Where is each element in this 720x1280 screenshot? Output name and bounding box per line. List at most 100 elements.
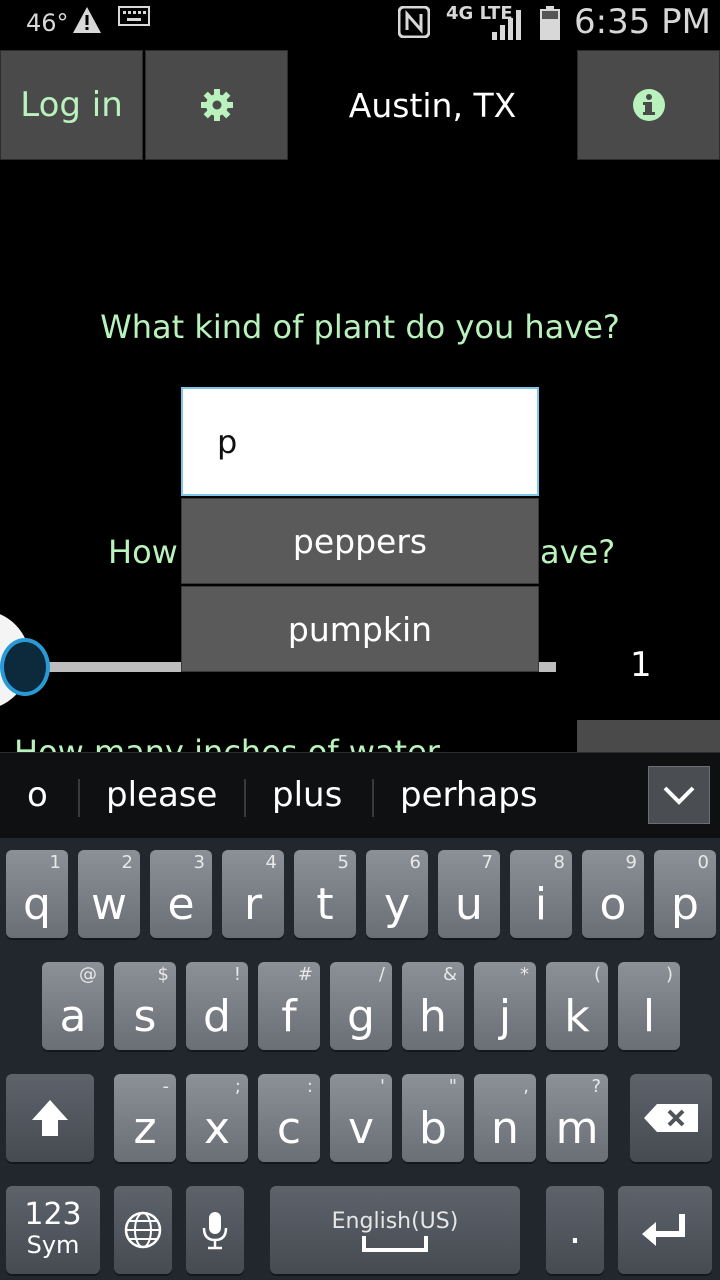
key-label: w xyxy=(91,879,127,930)
key-label: k xyxy=(564,991,590,1042)
key-h[interactable]: & h xyxy=(402,962,464,1050)
key-label: t xyxy=(316,879,334,930)
keyboard-status-icon xyxy=(118,6,150,26)
key-b[interactable]: " b xyxy=(402,1074,464,1162)
key-label: p xyxy=(671,879,699,930)
key-r[interactable]: 4r xyxy=(222,850,284,938)
key-alt-label: 6 xyxy=(409,852,421,873)
shift-key[interactable] xyxy=(6,1074,94,1162)
key-alt-label: 3 xyxy=(193,852,205,873)
key-alt-label: : xyxy=(306,1076,313,1097)
key-l[interactable]: ) l xyxy=(618,962,680,1050)
key-q[interactable]: 1q xyxy=(6,850,68,938)
info-icon xyxy=(632,89,665,121)
key-alt-label: 1 xyxy=(49,852,61,873)
settings-button[interactable] xyxy=(145,50,288,160)
shift-arrow-icon xyxy=(32,1100,68,1136)
key-a[interactable]: @ a xyxy=(42,962,104,1050)
gear-icon xyxy=(200,89,233,121)
word-suggestion[interactable]: o xyxy=(27,775,48,815)
plant-count-question-end: ave? xyxy=(540,533,616,571)
enter-key[interactable] xyxy=(618,1186,712,1274)
plant-type-input[interactable]: p xyxy=(181,387,539,496)
chevron-down-icon xyxy=(663,786,695,805)
key-alt-label: ! xyxy=(233,964,241,985)
voice-input-key[interactable] xyxy=(186,1186,244,1274)
space-key-language-label: English(US) xyxy=(331,1208,459,1234)
enter-arrow-icon xyxy=(642,1214,685,1246)
key-alt-label: ' xyxy=(380,1076,385,1097)
microphone-icon xyxy=(202,1212,228,1250)
key-k[interactable]: (k xyxy=(546,962,608,1050)
key-label: d xyxy=(203,991,231,1042)
login-button[interactable]: Log in xyxy=(0,50,143,160)
symbols-key-label-top: 123 xyxy=(24,1197,82,1232)
key-d[interactable]: ! d xyxy=(186,962,248,1050)
plant-count-slider-thumb[interactable] xyxy=(0,638,50,696)
key-alt-label: ? xyxy=(591,1076,601,1097)
key-o[interactable]: 9o xyxy=(582,850,644,938)
word-suggestion[interactable]: perhaps xyxy=(400,775,538,815)
key-c[interactable]: :c xyxy=(258,1074,320,1162)
key-label: r xyxy=(243,879,263,930)
clock-text: 6:35 PM xyxy=(574,2,711,42)
key-n[interactable]: ,n xyxy=(474,1074,536,1162)
symbols-key[interactable]: 123 Sym xyxy=(6,1186,100,1274)
key-alt-label: 2 xyxy=(121,852,133,873)
key-e[interactable]: 3e xyxy=(150,850,212,938)
globe-icon xyxy=(124,1211,162,1249)
period-key[interactable]: . xyxy=(546,1186,604,1274)
key-alt-label: * xyxy=(520,964,529,985)
space-key[interactable]: English(US) xyxy=(270,1186,520,1274)
key-alt-label: - xyxy=(162,1076,170,1097)
language-key[interactable] xyxy=(114,1186,172,1274)
key-label: g xyxy=(347,991,375,1042)
backspace-key[interactable] xyxy=(630,1074,712,1162)
water-input-button[interactable] xyxy=(577,720,720,754)
key-label: e xyxy=(167,879,195,930)
key-y[interactable]: 6y xyxy=(366,850,428,938)
info-button[interactable] xyxy=(577,50,720,160)
collapse-suggestions-button[interactable] xyxy=(648,766,710,824)
key-alt-label: 9 xyxy=(625,852,637,873)
key-t[interactable]: 5t xyxy=(294,850,356,938)
key-g[interactable]: / g xyxy=(330,962,392,1050)
key-alt-label: $ xyxy=(157,964,169,985)
key-label: i xyxy=(534,879,548,930)
key-label: y xyxy=(383,879,411,930)
period-key-label: . xyxy=(568,1207,582,1253)
signal-icon xyxy=(492,10,521,40)
autocomplete-option[interactable]: peppers xyxy=(181,498,539,584)
key-s[interactable]: $ s xyxy=(114,962,176,1050)
key-alt-label: ) xyxy=(665,964,673,985)
key-alt-label: 0 xyxy=(697,852,709,873)
key-p[interactable]: 0p xyxy=(654,850,716,938)
key-alt-label: 8 xyxy=(553,852,565,873)
key-f[interactable]: # f xyxy=(258,962,320,1050)
word-suggestion[interactable]: plus xyxy=(272,775,342,815)
key-alt-label: ( xyxy=(593,964,601,985)
key-label: o xyxy=(599,879,627,930)
key-label: n xyxy=(491,1103,519,1154)
key-w[interactable]: 2w xyxy=(78,850,140,938)
nfc-icon xyxy=(398,6,430,38)
key-label: f xyxy=(281,991,297,1042)
word-suggestion[interactable]: please xyxy=(106,775,217,815)
key-alt-label: # xyxy=(297,964,313,985)
backspace-icon xyxy=(644,1104,698,1132)
key-v[interactable]: ' v xyxy=(330,1074,392,1162)
key-z[interactable]: -z xyxy=(114,1074,176,1162)
autocomplete-option[interactable]: pumpkin xyxy=(181,586,539,672)
on-screen-keyboard: 1q2w3e4r5t6y7u8i9o0p @ a $ s! d # f / g & h * j(k) l … xyxy=(0,838,720,1280)
key-i[interactable]: 8i xyxy=(510,850,572,938)
key-label: c xyxy=(276,1103,302,1154)
key-u[interactable]: 7u xyxy=(438,850,500,938)
key-alt-label: , xyxy=(523,1076,529,1097)
key-j[interactable]: * j xyxy=(474,962,536,1050)
key-label: z xyxy=(133,1103,157,1154)
key-m[interactable]: ? m xyxy=(546,1074,608,1162)
key-label: j xyxy=(498,991,512,1042)
status-bar: 46° 4G LTE 6:35 PM xyxy=(0,0,720,50)
key-x[interactable]: ; x xyxy=(186,1074,248,1162)
key-alt-label: 4 xyxy=(265,852,277,873)
